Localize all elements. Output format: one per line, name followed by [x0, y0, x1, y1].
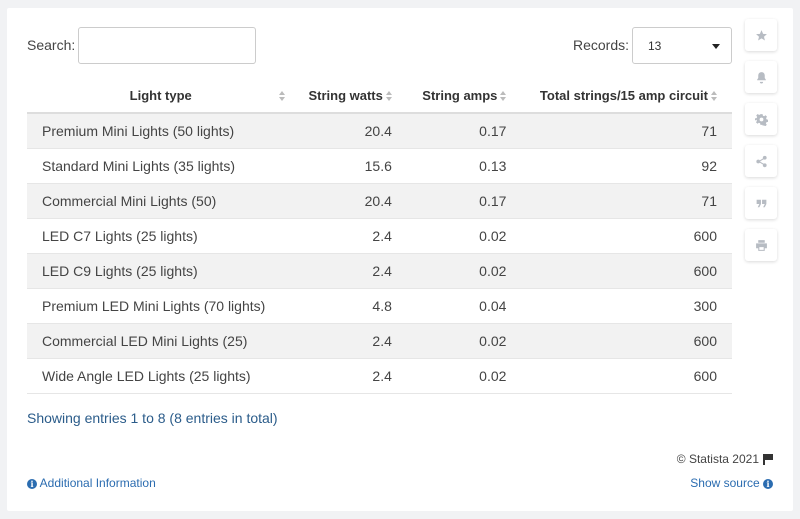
cell-light-type: LED C9 Lights (25 lights): [27, 253, 295, 289]
column-header-string-watts[interactable]: String watts: [294, 78, 407, 114]
bell-icon: [756, 71, 766, 83]
cell-string-watts: 4.8: [294, 288, 407, 324]
cell-total-strings: 600: [521, 323, 732, 359]
cell-light-type: Standard Mini Lights (35 lights): [27, 148, 295, 184]
cell-total-strings: 92: [521, 148, 732, 184]
cell-string-watts: 20.4: [294, 183, 407, 219]
sort-icon: [279, 91, 286, 101]
info-icon: i: [27, 479, 37, 489]
copyright-text: © Statista 2021: [676, 452, 759, 466]
cell-string-amps: 0.04: [406, 288, 522, 324]
cell-total-strings: 600: [521, 253, 732, 289]
cell-string-amps: 0.02: [406, 358, 522, 394]
info-icon: i: [763, 479, 773, 489]
entries-summary: Showing entries 1 to 8 (8 entries in tot…: [27, 410, 278, 426]
additional-information-label: Additional Information: [39, 476, 156, 490]
column-header-label: Total strings/15 amp circuit: [539, 87, 708, 103]
cell-string-amps: 0.02: [406, 218, 522, 254]
print-button[interactable]: [745, 229, 777, 261]
column-header-light-type[interactable]: Light type: [27, 78, 295, 114]
table-row: LED C7 Lights (25 lights) 2.4 0.02 600: [27, 218, 732, 254]
gear-icon: [754, 113, 768, 126]
data-table: Light type String watts String amps Tota…: [27, 78, 732, 394]
sort-icon: [385, 91, 393, 102]
table-row: LED C9 Lights (25 lights) 2.4 0.02 600: [27, 253, 732, 289]
table-row: Premium Mini Lights (50 lights) 20.4 0.17 7…: [27, 113, 732, 149]
share-icon: [755, 155, 767, 167]
search-label: Search:: [27, 37, 76, 53]
table-header-row: Light type String watts String amps Tota…: [27, 78, 732, 114]
table-row: Commercial LED Mini Lights (25) 2.4 0.02 60…: [27, 323, 732, 359]
star-icon: [755, 29, 767, 40]
cell-string-watts: 2.4: [294, 218, 407, 254]
cell-string-amps: 0.02: [406, 253, 522, 289]
cell-string-amps: 0.17: [406, 113, 522, 149]
table-row: Premium LED Mini Lights (70 lights) 4.8 0.…: [27, 288, 732, 324]
sort-icon: [711, 91, 718, 102]
table-row: Commercial Mini Lights (50) 20.4 0.17 71: [27, 183, 732, 219]
quote-icon: [756, 199, 766, 207]
cell-string-watts: 2.4: [294, 253, 407, 289]
cell-total-strings: 300: [521, 288, 732, 324]
sort-icon: [500, 91, 507, 102]
cell-light-type: Commercial Mini Lights (50): [27, 183, 295, 219]
chevron-down-icon: [712, 44, 720, 49]
column-header-string-amps[interactable]: String amps: [406, 78, 522, 114]
star-button[interactable]: [745, 19, 777, 51]
cell-string-watts: 2.4: [294, 358, 407, 394]
cell-total-strings: 600: [521, 218, 732, 254]
cell-light-type: Commercial LED Mini Lights (25): [27, 323, 295, 359]
records-label: Records:: [573, 37, 630, 53]
table-row: Wide Angle LED Lights (25 lights) 2.4 0.02…: [27, 358, 732, 394]
statistic-card: Search: Records: 13 Light type String wa…: [7, 8, 793, 511]
notification-button[interactable]: [745, 61, 777, 93]
share-button[interactable]: [745, 145, 777, 177]
cell-total-strings: 71: [521, 183, 732, 219]
cell-light-type: Premium Mini Lights (50 lights): [27, 113, 295, 149]
additional-information-link[interactable]: i Additional Information: [27, 476, 156, 490]
cell-string-watts: 15.6: [294, 148, 407, 184]
column-header-total-strings[interactable]: Total strings/15 amp circuit: [521, 78, 732, 114]
show-source-label: Show source: [690, 476, 760, 490]
copyright-notice: © Statista 2021: [677, 452, 773, 466]
print-icon: [755, 239, 767, 251]
flag-icon[interactable]: [763, 454, 773, 465]
cell-total-strings: 600: [521, 358, 732, 394]
table-row: Standard Mini Lights (35 lights) 15.6 0.13…: [27, 148, 732, 184]
cell-light-type: LED C7 Lights (25 lights): [27, 218, 295, 254]
sidebar-toolbar: [745, 19, 777, 271]
search-input[interactable]: [78, 27, 256, 64]
column-header-label: String watts: [308, 87, 383, 103]
records-select[interactable]: 13: [632, 27, 732, 64]
cell-light-type: Wide Angle LED Lights (25 lights): [27, 358, 295, 394]
column-header-label: String amps: [422, 87, 498, 103]
cell-light-type: Premium LED Mini Lights (70 lights): [27, 288, 295, 324]
cell-string-amps: 0.17: [406, 183, 522, 219]
cell-string-watts: 20.4: [294, 113, 407, 149]
cell-string-amps: 0.13: [406, 148, 522, 184]
cite-button[interactable]: [745, 187, 777, 219]
cell-string-amps: 0.02: [406, 323, 522, 359]
cell-total-strings: 71: [521, 113, 732, 149]
records-value: 13: [648, 39, 662, 53]
settings-button[interactable]: [745, 103, 777, 135]
column-header-label: Light type: [129, 87, 192, 103]
cell-string-watts: 2.4: [294, 323, 407, 359]
show-source-link[interactable]: Show source i: [690, 476, 773, 490]
